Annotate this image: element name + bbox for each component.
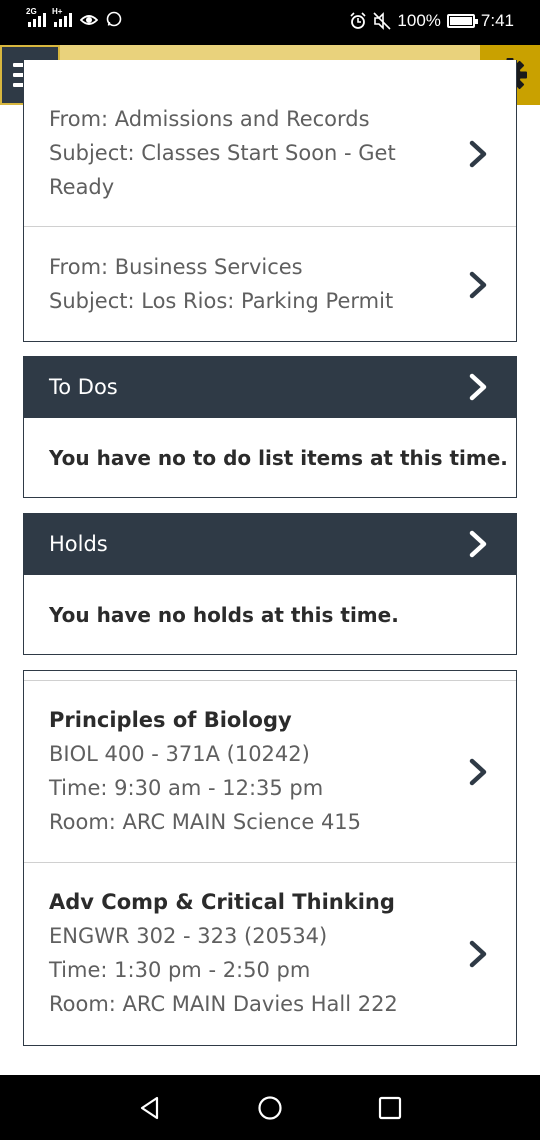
todos-empty-text: You have no to do list items at this tim… [49,445,508,470]
signal-icon: 2G [26,7,46,27]
class-code: ENGWR 302 - 323 (20534) [49,924,328,948]
recents-square-icon[interactable] [377,1095,403,1121]
battery-percent: 100% [397,11,441,30]
chevron-right-icon [469,758,487,786]
todos-card: To Dos You have no to do list items at t… [23,356,517,498]
message-subject-cont: Ready [49,175,115,199]
holds-header[interactable]: Holds [24,514,516,575]
class-item[interactable]: Adv Comp & Critical Thinking ENGWR 302 -… [24,863,516,1043]
class-time: Time: 1:30 pm - 2:50 pm [49,958,311,982]
classes-card-top-divider [24,671,516,681]
message-text: From: Admissions and Records Subject: Cl… [24,60,516,204]
clock: 7:41 [480,11,514,30]
mute-icon [373,12,391,30]
messages-card: From: Admissions and Records Subject: Cl… [23,60,517,342]
home-circle-icon[interactable] [257,1095,283,1121]
todos-header[interactable]: To Dos [24,357,516,418]
network-type-label-2: H+ [52,7,63,16]
message-from: From: Business Services [49,255,303,279]
message-subject: Subject: Classes Start Soon - Get [49,141,396,165]
class-room: Room: ARC MAIN Davies Hall 222 [49,992,398,1016]
chevron-right-icon [469,940,487,968]
class-name: Adv Comp & Critical Thinking [49,890,395,914]
system-nav-bar [0,1075,540,1140]
chevron-right-icon [469,271,487,299]
chevron-right-icon [469,140,487,168]
class-time: Time: 9:30 am - 12:35 pm [49,776,324,800]
message-item[interactable]: From: Business Services Subject: Los Rio… [24,227,516,341]
whatsapp-icon [106,11,122,27]
chevron-right-icon [469,530,487,558]
class-name: Principles of Biology [49,708,292,732]
class-text: Adv Comp & Critical Thinking ENGWR 302 -… [24,863,516,1021]
class-item[interactable]: Principles of Biology BIOL 400 - 371A (1… [24,681,516,863]
message-subject: Subject: Los Rios: Parking Permit [49,289,394,313]
battery-icon [446,14,478,28]
status-bar: 2G H+ 100% 7:41 [0,0,540,45]
classes-card: Principles of Biology BIOL 400 - 371A (1… [23,670,517,1046]
message-item[interactable]: From: Admissions and Records Subject: Cl… [24,60,516,227]
todos-title: To Dos [49,375,118,399]
alarm-icon [350,12,366,29]
class-room: Room: ARC MAIN Science 415 [49,810,362,834]
signal-icon-2: H+ [52,7,72,27]
holds-empty-text: You have no holds at this time. [49,602,399,627]
class-text: Principles of Biology BIOL 400 - 371A (1… [24,681,516,839]
class-code: BIOL 400 - 371A (10242) [49,742,310,766]
network-type-label: 2G [26,7,37,16]
status-right: 100% 7:41 [349,11,514,31]
eye-comfort-icon [80,15,98,25]
holds-card: Holds You have no holds at this time. [23,513,517,655]
holds-title: Holds [49,532,108,556]
message-from: From: Admissions and Records [49,107,370,131]
chevron-right-icon [469,373,487,401]
status-left: 2G H+ [26,7,122,27]
message-text: From: Business Services Subject: Los Rio… [24,227,516,318]
back-triangle-icon[interactable] [137,1095,163,1121]
